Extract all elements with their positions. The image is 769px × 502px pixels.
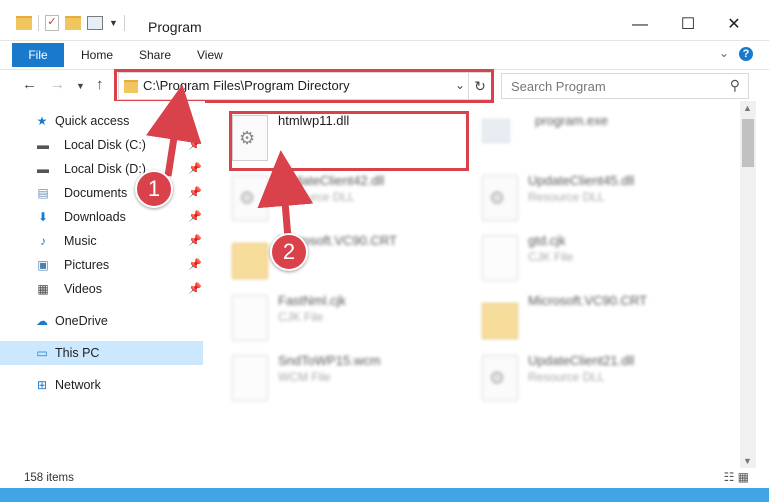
- arrow-1: [146, 84, 202, 177]
- arrow-2: [257, 150, 314, 239]
- callout-arrows: [146, 84, 314, 239]
- callout-step-2: 2: [270, 233, 308, 271]
- callout-step-1: 1: [135, 170, 173, 208]
